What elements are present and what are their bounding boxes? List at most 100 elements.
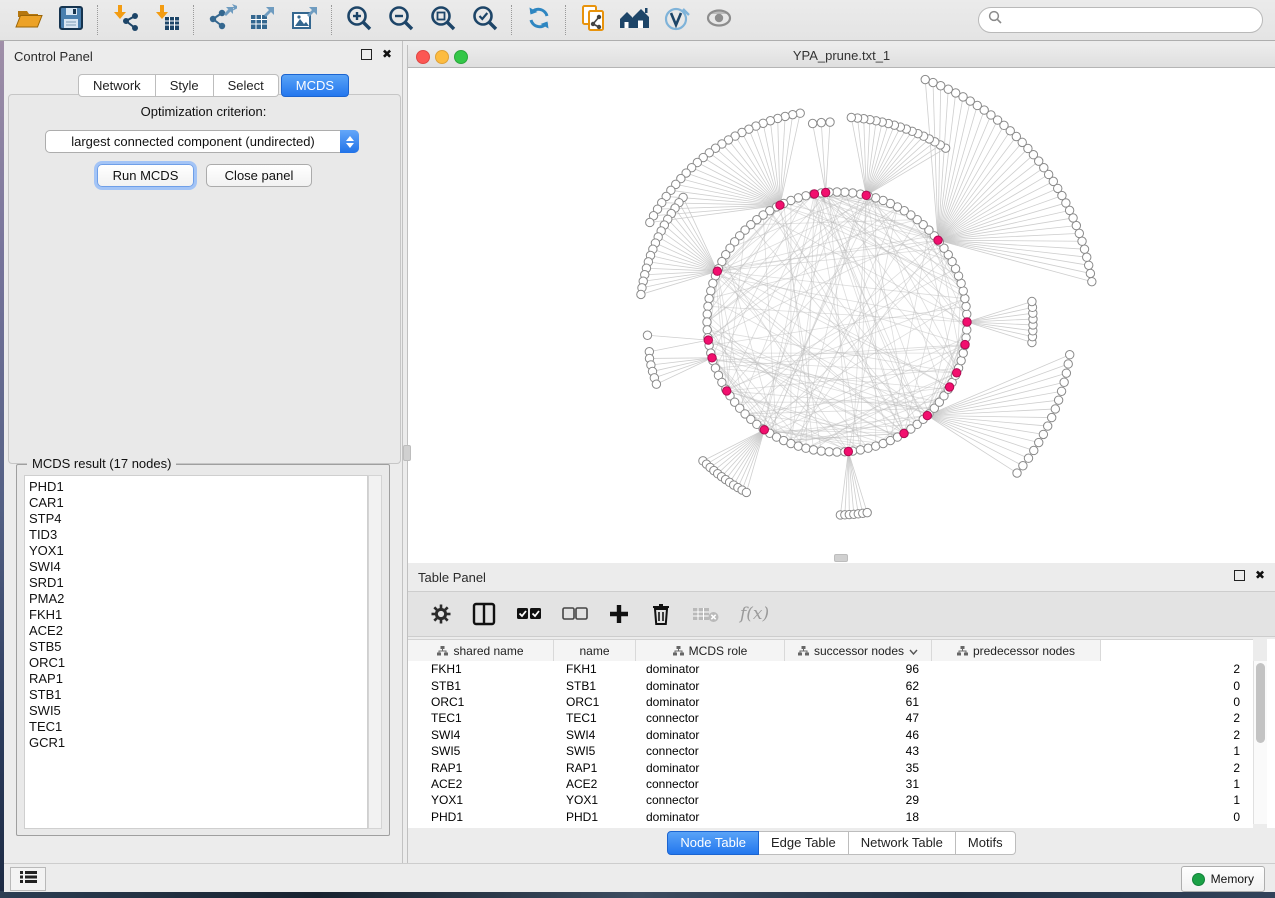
tab-select[interactable]: Select <box>214 74 279 97</box>
graph-node[interactable] <box>856 446 864 454</box>
table-cell[interactable]: FKH1 <box>554 662 636 676</box>
graph-node[interactable] <box>809 446 817 454</box>
graph-node[interactable] <box>652 380 660 388</box>
float-panel-icon[interactable] <box>1234 570 1245 581</box>
table-row[interactable]: TEC1TEC1connector472 <box>408 710 1253 726</box>
table-cell[interactable]: 35 <box>785 761 932 775</box>
graph-node[interactable] <box>1088 277 1096 285</box>
graph-node[interactable] <box>1044 422 1052 430</box>
table-cell[interactable]: TEC1 <box>554 711 636 725</box>
graph-node[interactable] <box>707 287 715 295</box>
export-image-button[interactable] <box>284 2 326 38</box>
table-cell[interactable]: PHD1 <box>554 810 636 824</box>
float-panel-icon[interactable] <box>361 49 372 60</box>
mcds-result-item[interactable]: RAP1 <box>29 671 367 687</box>
graph-node[interactable] <box>863 508 871 516</box>
graph-node[interactable] <box>1084 261 1092 269</box>
table-cell[interactable]: 0 <box>932 679 1253 693</box>
table-cell[interactable]: YOX1 <box>408 793 554 807</box>
table-cell[interactable]: 1 <box>932 777 1253 791</box>
close-panel-icon[interactable]: ✖ <box>1255 571 1265 580</box>
graph-node[interactable] <box>825 448 833 456</box>
graph-node-mcds[interactable] <box>723 387 731 395</box>
table-cell[interactable]: YOX1 <box>554 793 636 807</box>
graph-node[interactable] <box>703 310 711 318</box>
refresh-layout-button[interactable] <box>518 2 560 38</box>
graph-node[interactable] <box>833 448 841 456</box>
table-scrollbar[interactable] <box>1253 661 1268 824</box>
tab-network-table[interactable]: Network Table <box>849 831 956 855</box>
mcds-result-item[interactable]: SRD1 <box>29 575 367 591</box>
table-cell[interactable]: 0 <box>932 810 1253 824</box>
graph-node[interactable] <box>833 188 841 196</box>
graph-node[interactable] <box>826 118 834 126</box>
graph-node-mcds[interactable] <box>945 383 953 391</box>
graph-node-mcds[interactable] <box>704 336 712 344</box>
graph-node[interactable] <box>705 294 713 302</box>
table-cell[interactable]: 96 <box>785 662 932 676</box>
select-all-button[interactable] <box>516 599 542 629</box>
graph-node[interactable] <box>808 119 816 127</box>
table-cell[interactable]: SWI4 <box>408 728 554 742</box>
graph-node-mcds[interactable] <box>810 190 818 198</box>
graph-node-mcds[interactable] <box>713 267 721 275</box>
mcds-result-item[interactable]: STP4 <box>29 511 367 527</box>
graph-node[interactable] <box>841 188 849 196</box>
graph-node[interactable] <box>1083 253 1091 261</box>
table-cell[interactable]: ORC1 <box>554 695 636 709</box>
graph-node-mcds[interactable] <box>760 426 768 434</box>
graph-node[interactable] <box>1028 297 1036 305</box>
graph-node[interactable] <box>1035 438 1043 446</box>
table-cell[interactable]: 43 <box>785 744 932 758</box>
close-panel-button[interactable]: Close panel <box>206 164 312 187</box>
graph-node[interactable] <box>848 189 856 197</box>
graph-node[interactable] <box>963 310 971 318</box>
mcds-result-item[interactable]: ORC1 <box>29 655 367 671</box>
network-window-titlebar[interactable]: YPA_prune.txt_1 <box>408 45 1275 68</box>
graph-node[interactable] <box>962 302 970 310</box>
table-cell[interactable]: dominator <box>636 810 785 824</box>
graph-node[interactable] <box>1066 351 1074 359</box>
graph-node[interactable] <box>1057 387 1065 395</box>
table-cell[interactable]: dominator <box>636 662 785 676</box>
open-session-button[interactable] <box>8 2 50 38</box>
table-cell[interactable]: ACE2 <box>554 777 636 791</box>
zoom-selected-button[interactable] <box>464 2 506 38</box>
tab-mcds[interactable]: MCDS <box>281 74 349 97</box>
table-cell[interactable]: 29 <box>785 793 932 807</box>
graph-node[interactable] <box>796 109 804 117</box>
graph-node[interactable] <box>1062 369 1070 377</box>
table-cell[interactable]: SWI5 <box>554 744 636 758</box>
table-cell[interactable]: dominator <box>636 695 785 709</box>
table-cell[interactable]: 0 <box>932 695 1253 709</box>
table-cell[interactable]: SWI4 <box>554 728 636 742</box>
panel-menu-button[interactable] <box>10 867 46 891</box>
graph-node[interactable] <box>961 294 969 302</box>
table-cell[interactable]: connector <box>636 711 785 725</box>
table-cell[interactable]: TEC1 <box>408 711 554 725</box>
search-field[interactable] <box>978 7 1263 33</box>
table-row[interactable]: SWI4SWI4dominator462 <box>408 727 1253 743</box>
table-cell[interactable]: dominator <box>636 728 785 742</box>
graph-node[interactable] <box>817 118 825 126</box>
run-mcds-button[interactable]: Run MCDS <box>97 164 194 187</box>
zoom-out-button[interactable] <box>380 2 422 38</box>
deselect-all-button[interactable] <box>562 599 588 629</box>
houses-button[interactable] <box>614 2 656 38</box>
column-header-predecessor-nodes[interactable]: predecessor nodes <box>932 640 1101 661</box>
tab-style[interactable]: Style <box>156 74 214 97</box>
graph-node-mcds[interactable] <box>952 369 960 377</box>
graph-node[interactable] <box>929 78 937 86</box>
graph-node[interactable] <box>1086 269 1094 277</box>
graph-node[interactable] <box>742 488 750 496</box>
zoom-in-button[interactable] <box>338 2 380 38</box>
graph-node[interactable] <box>1024 454 1032 462</box>
mcds-result-item[interactable]: ACE2 <box>29 623 367 639</box>
table-cell[interactable]: 1 <box>932 744 1253 758</box>
graph-node[interactable] <box>921 75 929 83</box>
criterion-dropdown[interactable]: largest connected component (undirected) <box>45 130 359 153</box>
network-vscroll-thumb[interactable] <box>403 445 411 461</box>
graph-node[interactable] <box>1051 405 1059 413</box>
table-cell[interactable]: 1 <box>932 793 1253 807</box>
graph-node-mcds[interactable] <box>961 340 969 348</box>
